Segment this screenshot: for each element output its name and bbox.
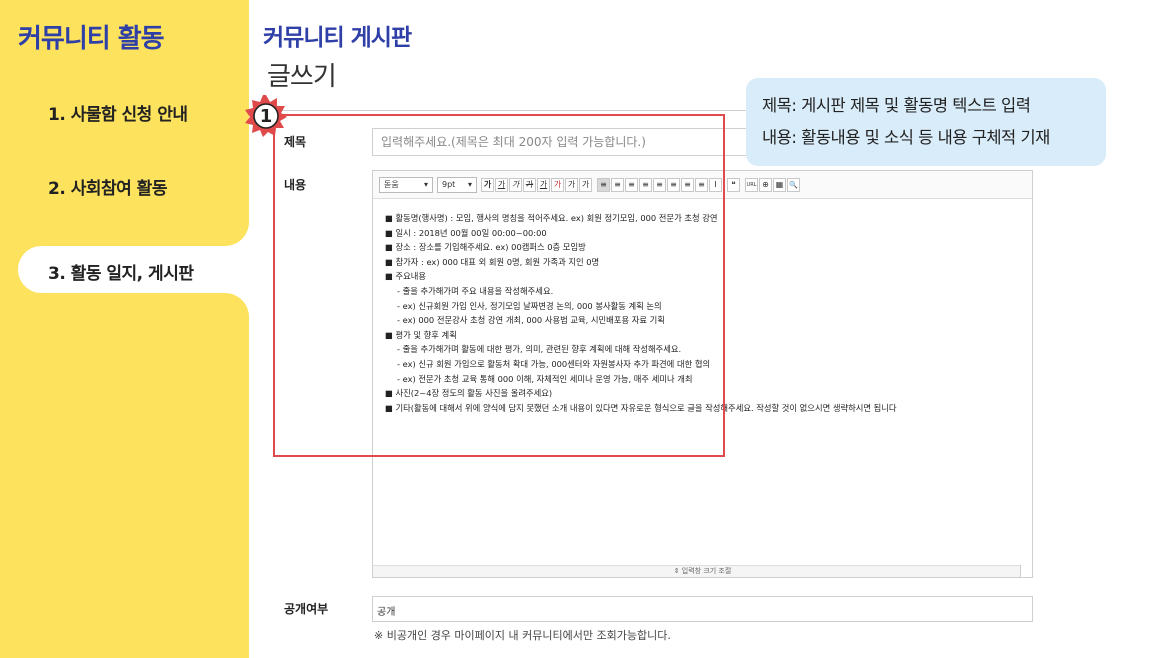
quote-icon[interactable]: ❝ [727,177,740,192]
step-badge-number: 1 [259,105,273,127]
sidebar-item-locker[interactable]: 1. 사물함 신청 안내 [48,100,188,125]
special-char-icon[interactable]: ⊕ [759,177,772,192]
table-icon[interactable]: ▦ [773,177,786,192]
tab-curve-bottom [225,293,249,317]
step-badge: 1 [244,94,288,138]
page-subtitle: 글쓰기 [267,62,337,92]
search-icon[interactable]: 🔍 [787,177,800,192]
tab-curve-top [225,222,249,246]
public-select[interactable]: 공개 [372,596,1033,622]
sidebar-item-board[interactable]: 3. 활동 일지, 게시판 [18,246,249,293]
page-title: 커뮤니티 게시판 [263,25,412,51]
sidebar: 커뮤니티 활동 1. 사물함 신청 안내 2. 사회참여 활동 3. 활동 일지… [0,0,249,658]
resize-handle[interactable]: ⇕ 입력창 크기 조절 [373,565,1032,577]
tooltip-line-title: 제목: 게시판 제목 및 활동명 텍스트 입력 [762,96,1031,115]
sidebar-title: 커뮤니티 활동 [18,24,165,54]
highlight-box [273,114,725,457]
public-label: 공개여부 [284,602,329,616]
link-icon[interactable]: URL [745,177,758,192]
resize-grip-icon[interactable] [1020,565,1032,577]
public-note: ※ 비공개인 경우 마이페이지 내 커뮤니티에서만 조회가능합니다. [374,629,671,642]
annotation-tooltip: 제목: 게시판 제목 및 활동명 텍스트 입력 내용: 활동내용 및 소식 등 … [746,78,1106,166]
tooltip-line-content: 내용: 활동내용 및 소식 등 내용 구체적 기재 [762,128,1050,147]
sidebar-item-social[interactable]: 2. 사회참여 활동 [48,174,167,199]
sidebar-item-board-label: 3. 활동 일지, 게시판 [48,264,194,284]
